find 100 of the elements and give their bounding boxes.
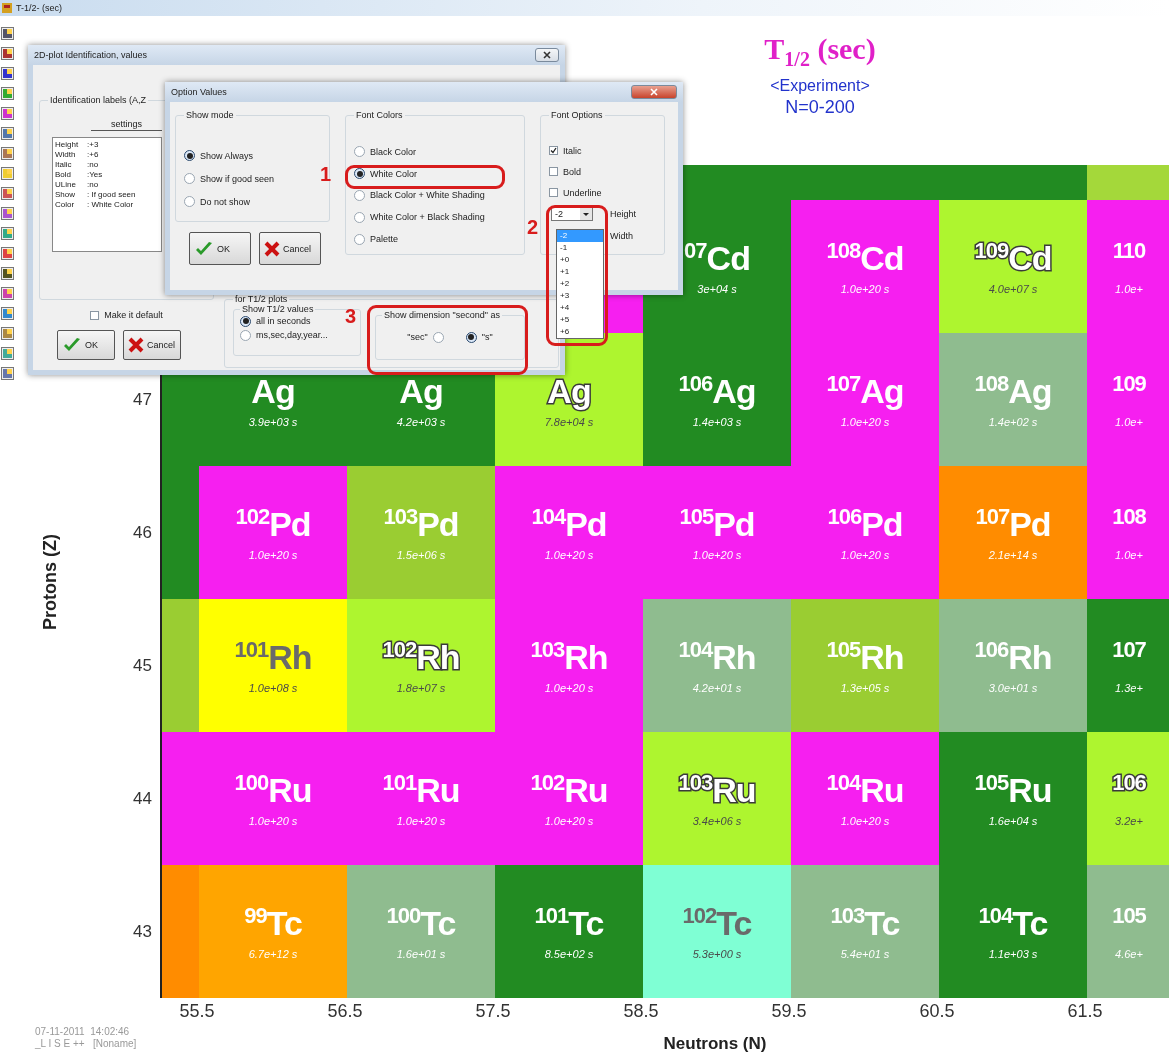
half-life-value: 4.2e+01 s xyxy=(692,681,742,694)
half-life-value: 1.0e+20 s xyxy=(840,548,890,561)
nuclide-label: $^{104}$Pd xyxy=(531,504,607,543)
nuclide-label: $^{103}$Ru xyxy=(678,770,756,809)
nuclide-label: $^{103}$Rh xyxy=(530,637,608,676)
tile-icon[interactable] xyxy=(0,145,15,162)
half-life-value: 7.8e+04 s xyxy=(544,415,594,428)
setting-name: Height xyxy=(55,140,80,150)
tile-icon[interactable] xyxy=(0,305,15,322)
radio-button[interactable]: Do not show xyxy=(184,190,251,213)
tile-icon[interactable] xyxy=(0,285,15,302)
ok-button[interactable]: OK xyxy=(189,232,251,265)
nuclide-label: $^{109}$Cd xyxy=(974,238,1052,277)
tile-icon[interactable] xyxy=(0,65,15,82)
close-button[interactable] xyxy=(535,48,559,62)
cancel-button[interactable]: Cancel xyxy=(123,330,181,360)
radio-button[interactable]: Black Color + White Shading xyxy=(354,184,485,207)
half-life-value: 1.0e+20 s xyxy=(248,548,298,561)
tile-icon[interactable] xyxy=(0,125,15,142)
half-life-value: 1.0e+20 s xyxy=(396,814,446,827)
tile-icon[interactable] xyxy=(0,45,15,62)
setting-name: ULine xyxy=(55,180,77,190)
radio-button[interactable]: Palette xyxy=(354,228,399,250)
nuclide-label: $^{107}$Ag xyxy=(826,371,904,410)
radio-button[interactable]: "sec" xyxy=(407,330,444,344)
nuclide-label: $^{104}$Rh xyxy=(678,637,756,676)
checkbox[interactable]: Italic xyxy=(549,140,582,161)
setting-value: :Yes xyxy=(87,170,104,180)
half-life-value: 1.0e+20 s xyxy=(840,282,890,295)
tile-icon[interactable] xyxy=(0,265,15,282)
radio-button[interactable]: Show Always xyxy=(184,144,254,167)
tile-icon[interactable] xyxy=(0,25,15,42)
radio-button[interactable]: all in seconds xyxy=(240,314,311,328)
checkbox[interactable]: Make it default xyxy=(90,308,163,322)
setting-value: :no xyxy=(87,180,100,190)
y-tick-label: 43 xyxy=(133,921,152,942)
radio-button[interactable]: "s" xyxy=(465,330,493,344)
half-life-value: 1.0e+08 s xyxy=(248,681,298,694)
half-life-value: 1.6e+01 s xyxy=(396,947,446,960)
nuclide-label: $^{106}$Pd xyxy=(827,504,903,543)
half-life-value: 2.1e+14 s xyxy=(988,548,1038,561)
x-tick-label: 55.5 xyxy=(178,1000,216,1023)
app-name: _L I S E ++ [Noname] xyxy=(35,1038,138,1050)
radio-button[interactable]: White Color + Black Shading xyxy=(354,206,485,229)
half-life-value: 4.6e+ xyxy=(1115,947,1143,960)
group-title: for T1/2 plots xyxy=(234,294,289,304)
nuclide-label: $^{108}$Ag xyxy=(974,371,1052,410)
half-life-value: 3.2e+ xyxy=(1115,814,1143,827)
group-title: Show dimension "second" as xyxy=(383,310,501,320)
app-icon xyxy=(2,3,12,13)
nuclide-label: $^{102}$Rh xyxy=(382,637,460,676)
settings-button[interactable]: settings xyxy=(91,119,162,131)
nuclide-label: 107 xyxy=(1112,637,1146,664)
x-tick-label: 59.5 xyxy=(770,1000,808,1023)
nuclide-label: 110 xyxy=(1112,238,1146,265)
tile-icon[interactable] xyxy=(0,105,15,122)
x-tick-label: 56.5 xyxy=(326,1000,364,1023)
radio-button[interactable]: Black Color xyxy=(354,140,416,163)
cross-icon xyxy=(264,240,280,257)
half-life-value: 5.4e+01 s xyxy=(840,947,890,960)
radio-button[interactable]: Show if good seen xyxy=(184,167,275,190)
tile-icon[interactable] xyxy=(0,245,15,262)
nuclide-label: $^{103}$Tc xyxy=(830,903,900,942)
tile-icon[interactable] xyxy=(0,185,15,202)
half-life-value: 3.4e+06 s xyxy=(692,814,742,827)
nuclide-label: Ag xyxy=(547,371,591,410)
half-life-value: 1.8e+07 s xyxy=(396,681,446,694)
check-icon xyxy=(550,147,557,154)
half-life-value: 1.0e+20 s xyxy=(840,814,890,827)
tile-icon[interactable] xyxy=(0,225,15,242)
half-life-value: 1.0e+20 s xyxy=(692,548,742,561)
setting-name: Bold xyxy=(55,170,72,180)
half-life-value: 1.0e+ xyxy=(1115,282,1143,295)
cross-icon xyxy=(128,337,144,353)
tile-icon[interactable] xyxy=(0,85,15,102)
nuclide-label: $^{101}$Tc xyxy=(534,903,604,942)
tile-icon[interactable] xyxy=(0,365,15,382)
close-icon xyxy=(650,88,658,96)
caret-icon xyxy=(580,208,592,220)
tile-icon[interactable] xyxy=(0,325,15,342)
tile-icon[interactable] xyxy=(0,165,15,182)
radio-button[interactable]: ms,sec,day,year... xyxy=(240,328,328,342)
half-life-value: 1.5e+06 s xyxy=(396,548,446,561)
radio-button[interactable]: White Color xyxy=(354,162,417,185)
ok-button[interactable]: OK xyxy=(57,330,115,360)
group-title: Identification labels (A,Z xyxy=(49,95,148,105)
nuclide-label: $^{104}$Tc xyxy=(978,903,1048,942)
nuclide-label: $^{101}$Rh xyxy=(234,637,312,676)
nuclide-label: $^{106}$Ag xyxy=(678,371,756,410)
timestamp: 07-11-2011 14:02:46 xyxy=(35,1026,131,1038)
half-life-value: 4.0e+07 s xyxy=(988,282,1038,295)
tile-icon[interactable] xyxy=(0,205,15,222)
checkbox[interactable]: Bold xyxy=(549,161,581,182)
tile-icon[interactable] xyxy=(0,345,15,362)
checkbox[interactable]: Underline xyxy=(549,182,602,203)
setting-name: Italic xyxy=(55,160,73,170)
dialog-title: Option Values xyxy=(171,87,227,97)
setting-name: Show xyxy=(55,190,76,200)
cancel-button[interactable]: Cancel xyxy=(259,232,321,265)
nuclide-label: $^{102}$Pd xyxy=(235,504,311,543)
